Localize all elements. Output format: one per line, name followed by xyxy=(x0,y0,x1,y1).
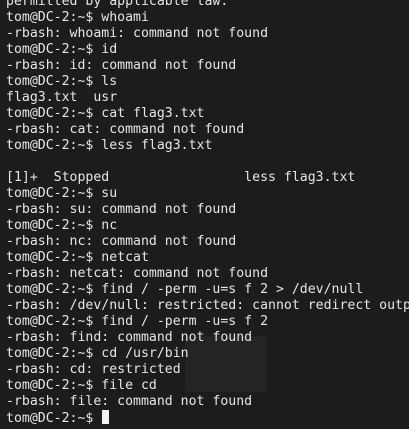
terminal-line: permitted by applicable law. xyxy=(6,0,229,9)
terminal-prompt: tom@DC-2:~$ xyxy=(6,411,102,426)
terminal-line: -rbash: file: command not found xyxy=(6,394,253,409)
terminal-window[interactable]: permitted by applicable law. tom@DC-2:~$… xyxy=(0,0,409,429)
terminal-line: tom@DC-2:~$ nc xyxy=(6,218,118,233)
terminal-line: tom@DC-2:~$ less flag3.txt xyxy=(6,138,213,153)
terminal-line: -rbash: whoami: command not found xyxy=(6,26,269,41)
terminal-line: tom@DC-2:~$ find / -perm -u=s f 2 > /dev… xyxy=(6,282,364,297)
terminal-line: flag3.txt usr xyxy=(6,90,118,105)
terminal-line: tom@DC-2:~$ find / -perm -u=s f 2 xyxy=(6,314,269,329)
terminal-line: -rbash: find: command not found xyxy=(6,330,253,345)
terminal-output: permitted by applicable law. tom@DC-2:~$… xyxy=(6,0,409,426)
terminal-line: tom@DC-2:~$ cat flag3.txt xyxy=(6,106,205,121)
terminal-line: tom@DC-2:~$ whoami xyxy=(6,10,149,25)
terminal-prompt-line[interactable]: tom@DC-2:~$ xyxy=(6,410,409,426)
terminal-line: tom@DC-2:~$ netcat xyxy=(6,250,149,265)
terminal-line: -rbash: nc: command not found xyxy=(6,234,237,249)
terminal-line: -rbash: id: command not found xyxy=(6,58,237,73)
terminal-line: -rbash: cd: restricted xyxy=(6,362,181,377)
terminal-line: -rbash: /dev/null: restricted: cannot re… xyxy=(6,298,409,313)
terminal-line: [1]+ Stopped less flag3.txt xyxy=(6,170,356,185)
terminal-cursor xyxy=(102,410,110,424)
terminal-line: -rbash: netcat: command not found xyxy=(6,266,269,281)
terminal-line: tom@DC-2:~$ id xyxy=(6,42,118,57)
terminal-line: tom@DC-2:~$ file cd xyxy=(6,378,157,393)
terminal-line: -rbash: su: command not found xyxy=(6,202,237,217)
terminal-line: tom@DC-2:~$ su xyxy=(6,186,118,201)
terminal-line: -rbash: cat: command not found xyxy=(6,122,245,137)
terminal-line: tom@DC-2:~$ cd /usr/bin xyxy=(6,346,189,361)
terminal-line: tom@DC-2:~$ ls xyxy=(6,74,118,89)
